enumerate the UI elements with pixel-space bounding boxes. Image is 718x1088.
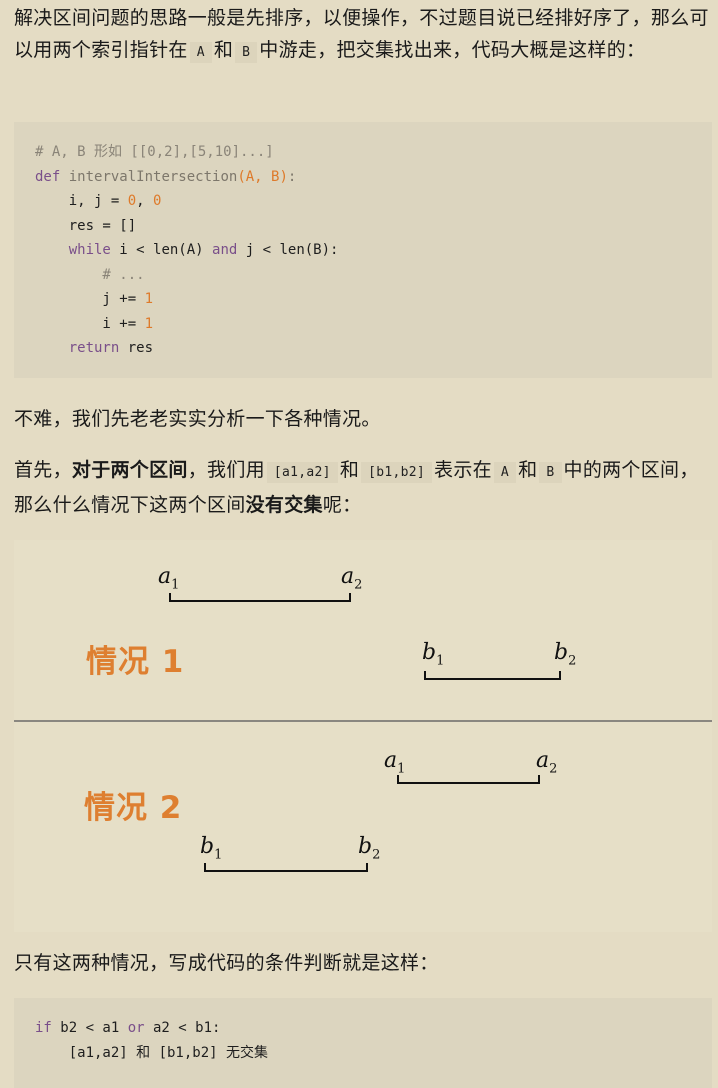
intro-text-2: 中游走，把交集找出来，代码大概是这样的：: [259, 39, 646, 61]
code-token: return: [68, 340, 120, 356]
label-a1: a1: [384, 748, 406, 777]
text: 和: [518, 459, 538, 481]
text: 表示在: [434, 459, 492, 481]
code-block-no-intersection-condition: if b2 < a1 or a2 < b1: [a1,a2] 和 [b1,b2]…: [14, 998, 712, 1088]
inline-code-b: B: [235, 42, 258, 63]
code-token: if: [35, 1020, 52, 1036]
inline-code-a: A: [189, 42, 212, 63]
code-token: or: [127, 1020, 145, 1036]
bold-two-intervals: 对于两个区间: [71, 459, 188, 481]
inline-code-b: B: [539, 462, 562, 483]
intro-paragraph: 解决区间问题的思路一般是先排序，以便操作，不过题目说已经排好序了，那么可以用两个…: [14, 2, 709, 69]
code-line: i, j = 0, 0: [35, 189, 691, 214]
code-line: res = []: [35, 214, 691, 239]
interval-a-case-2: [397, 775, 540, 784]
label-a1: a1: [158, 564, 180, 593]
interval-cases-illustration: 情况 1 a1 a2 b1 b2 情况 2 a1 a2 b1 b2: [14, 540, 712, 932]
code-token: while: [68, 242, 111, 258]
code-token: 1: [144, 315, 154, 332]
inline-code-b-interval: [b1,b2]: [361, 462, 433, 483]
case-1-label: 情况 1: [86, 644, 185, 680]
code-token: (A, B): [237, 168, 288, 185]
analysis-intro-paragraph: 不难，我们先老老实实分析一下各种情况。: [14, 408, 381, 430]
label-b1: b1: [422, 640, 445, 669]
case-2-label: 情况 2: [84, 790, 183, 826]
code-token: i < len(A): [110, 242, 213, 258]
interval-b-case-2: [204, 863, 368, 872]
code-token: intervalIntersection: [60, 168, 238, 185]
code-line: [a1,a2] 和 [b1,b2] 无交集: [35, 1041, 691, 1066]
label-b2: b2: [554, 640, 577, 669]
code-token: j +=: [35, 291, 145, 307]
code-token: :: [287, 168, 297, 185]
label-a2: a2: [341, 564, 363, 593]
interval-a-case-1: [169, 593, 351, 602]
code-token: # A, B 形如 [[0,2],[5,10]...]: [35, 144, 274, 160]
case-divider-line: [14, 720, 712, 722]
inline-code-a-interval: [a1,a2]: [266, 462, 338, 483]
code-line: j += 1: [35, 287, 691, 312]
code-token: 1: [144, 291, 154, 307]
code-token: a2 < b1:: [144, 1020, 221, 1036]
code-token: [a1,a2] 和 [b1,b2] 无交集: [35, 1044, 269, 1061]
label-b1: b1: [200, 834, 223, 863]
code-token: b2 < a1: [51, 1020, 128, 1036]
code-line: # A, B 形如 [[0,2],[5,10]...]: [35, 140, 691, 165]
code-token: and: [212, 242, 238, 258]
code-line: while i < len(A) and j < len(B):: [35, 238, 691, 263]
label-a2: a2: [536, 748, 558, 777]
code-token: ,: [136, 193, 154, 209]
code-token: res: [119, 340, 154, 356]
code-token: i +=: [35, 315, 145, 332]
code-token: 0: [127, 193, 137, 209]
code-token: res = []: [35, 217, 137, 234]
code-token: def: [35, 168, 61, 185]
text: 首先，: [14, 459, 72, 481]
code-token: i, j =: [35, 193, 128, 209]
condition-intro-paragraph: 只有这两种情况，写成代码的条件判断就是这样：: [14, 952, 439, 974]
no-intersection-question-paragraph: 首先，对于两个区间，我们用 [a1,a2] 和 [b1,b2] 表示在 A 和 B 中的两个区间…: [14, 454, 709, 521]
code-token: # ...: [35, 266, 145, 283]
text: 呢：: [322, 494, 362, 516]
text: 和: [339, 459, 360, 481]
inline-code-a: A: [493, 462, 517, 483]
text: ，我们用: [187, 459, 265, 481]
article-page: 解决区间问题的思路一般是先排序，以便操作，不过题目说已经排好序了，那么可以用两个…: [0, 0, 718, 1088]
code-line: if b2 < a1 or a2 < b1:: [35, 1016, 691, 1041]
label-b2: b2: [358, 834, 381, 863]
conjunction-text: 和: [213, 39, 234, 61]
code-line: def intervalIntersection(A, B):: [35, 165, 691, 190]
code-token: 0: [153, 193, 162, 209]
interval-b-case-1: [424, 671, 561, 680]
code-line: return res: [35, 336, 691, 361]
code-token: j < len(B):: [237, 242, 339, 258]
bold-no-intersection: 没有交集: [245, 494, 323, 516]
code-line: i += 1: [35, 312, 691, 337]
code-line: # ...: [35, 263, 691, 288]
code-block-interval-intersection: # A, B 形如 [[0,2],[5,10]...] def intervalI…: [14, 122, 712, 378]
